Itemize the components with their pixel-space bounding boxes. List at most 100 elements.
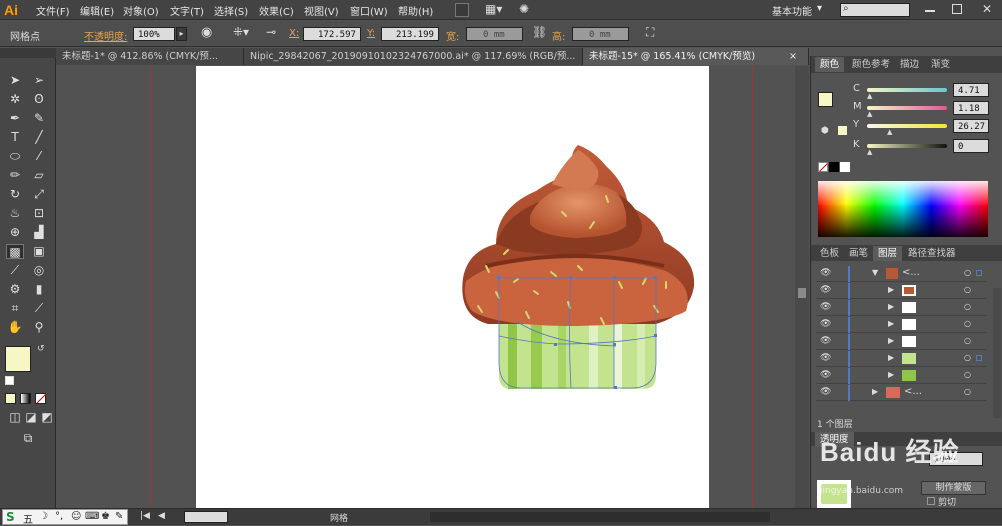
menu-edit[interactable]: 编辑(E): [80, 3, 114, 18]
clip-checkbox[interactable]: [927, 497, 935, 505]
target-icon[interactable]: ○: [964, 387, 971, 396]
y-label[interactable]: Y:: [367, 28, 375, 39]
layer-row-bottom[interactable]: 👁 ▶ <... ○: [816, 385, 986, 401]
default-colors-icon[interactable]: [5, 376, 14, 385]
link-icon[interactable]: ⛓: [532, 25, 547, 39]
out-of-gamut-icon[interactable]: ⬢: [821, 126, 829, 136]
tab-layers[interactable]: 图层: [873, 246, 903, 261]
zoom-tool-icon[interactable]: ⚲: [30, 320, 48, 335]
eye-icon[interactable]: 👁: [820, 285, 831, 295]
layer-row[interactable]: 👁 ▶ ○: [816, 317, 986, 333]
menu-file[interactable]: 文件(F): [36, 3, 70, 18]
channel-m-slider[interactable]: [867, 106, 947, 110]
menu-window[interactable]: 窗口(W): [350, 3, 388, 18]
menu-object[interactable]: 对象(O): [123, 3, 159, 18]
screen-mode-icon[interactable]: ⧉: [16, 431, 40, 446]
channel-m-thumb-icon[interactable]: ▲: [867, 110, 872, 118]
channel-k-thumb-icon[interactable]: ▲: [867, 148, 872, 156]
chevron-right-icon[interactable]: ▶: [888, 319, 894, 328]
gradient-mode-icon[interactable]: [20, 393, 31, 404]
bridge-icon[interactable]: [455, 3, 469, 17]
target-icon[interactable]: ○: [964, 370, 971, 379]
eye-icon[interactable]: 👁: [820, 268, 831, 278]
tab-nipic[interactable]: Nipic_29842067_20190910102324767000.ai* …: [244, 48, 583, 65]
scale-tool-icon[interactable]: ⤢: [30, 187, 48, 202]
none-color-swatch[interactable]: [818, 162, 828, 172]
paintbrush-tool-icon[interactable]: ⁄: [30, 149, 48, 164]
horizontal-scrollbar[interactable]: [430, 512, 770, 522]
menu-type[interactable]: 文字(T): [170, 3, 204, 18]
color-spectrum[interactable]: [818, 181, 988, 237]
canvas-area[interactable]: [57, 66, 795, 508]
y-input[interactable]: 213.199: [381, 27, 439, 41]
align-anchor-icon[interactable]: ⊸: [266, 25, 276, 39]
skin-icon[interactable]: ♚: [101, 511, 110, 522]
shape-builder-tool-icon[interactable]: ⊕: [6, 225, 24, 240]
free-transform-tool-icon[interactable]: ⊡: [30, 206, 48, 221]
ime-mode[interactable]: 五: [23, 511, 33, 526]
eye-icon[interactable]: 👁: [820, 319, 831, 329]
pen-tool-icon[interactable]: ✒: [6, 111, 24, 126]
ime-toolbar[interactable]: S 五 ☽ °, ☺ ⌨ ♚ ✎: [2, 509, 128, 526]
panel-fill-swatch[interactable]: [818, 92, 833, 107]
height-input[interactable]: 0 mm: [572, 27, 629, 41]
channel-c-input[interactable]: 4.71: [953, 83, 989, 97]
gamut-swatch[interactable]: [838, 126, 847, 135]
selection-indicator[interactable]: [976, 355, 982, 361]
close-icon[interactable]: ✕: [982, 2, 992, 16]
eyedropper-tool-icon[interactable]: ⟋: [6, 263, 24, 278]
arrange-documents-icon[interactable]: ▦▾: [485, 2, 502, 16]
menu-effect[interactable]: 效果(C): [259, 3, 294, 18]
color-mode-icon[interactable]: [5, 393, 16, 404]
magic-wand-tool-icon[interactable]: ✲: [6, 92, 24, 107]
width-input[interactable]: 0 mm: [466, 27, 523, 41]
tab-color-guide[interactable]: 颜色参考: [847, 57, 895, 72]
transform-reference-icon[interactable]: ⁜▾: [233, 25, 249, 39]
ellipse-tool-icon[interactable]: ⬭: [6, 149, 24, 164]
direct-selection-tool-icon[interactable]: ➢: [30, 73, 48, 88]
line-tool-icon[interactable]: ╱: [30, 130, 48, 145]
lasso-tool-icon[interactable]: ʘ: [30, 92, 48, 107]
tab-gradient[interactable]: 渐变: [926, 57, 955, 72]
chevron-right-icon[interactable]: ▶: [888, 336, 894, 345]
cupcake-frosting[interactable]: [462, 145, 695, 326]
tab-pathfinder[interactable]: 路径查找器: [903, 246, 961, 261]
x-label[interactable]: X:: [289, 28, 299, 39]
target-icon[interactable]: ○: [964, 285, 971, 294]
layer-row[interactable]: 👁 ▶ ○: [816, 300, 986, 316]
wrench-icon[interactable]: ✎: [115, 511, 123, 522]
previous-artboard-icon[interactable]: ◀: [158, 511, 165, 521]
tab-untitled-1[interactable]: 未标题-1* @ 412.86% (CMYK/预...: [56, 48, 244, 65]
pencil-tool-icon[interactable]: ✏: [6, 168, 24, 183]
draw-inside-icon[interactable]: ◩: [38, 410, 56, 425]
eye-icon[interactable]: 👁: [820, 353, 831, 363]
tab-untitled-15[interactable]: 未标题-15* @ 165.41% (CMYK/预览) ×: [583, 48, 809, 65]
warp-tool-icon[interactable]: ♨: [6, 206, 24, 221]
eye-icon[interactable]: 👁: [820, 302, 831, 312]
target-icon[interactable]: ○: [964, 302, 971, 311]
opacity-input[interactable]: 100%: [133, 27, 175, 41]
cupcake-artwork[interactable]: [196, 66, 709, 508]
perspective-grid-tool-icon[interactable]: ▟: [30, 225, 48, 240]
target-icon[interactable]: ○: [964, 336, 971, 345]
recolor-icon[interactable]: ◉: [201, 25, 212, 40]
symbol-sprayer-tool-icon[interactable]: ⚙: [6, 282, 24, 297]
eye-icon[interactable]: 👁: [820, 336, 831, 346]
menu-help[interactable]: 帮助(H): [398, 3, 433, 18]
slice-tool-icon[interactable]: ⟋: [30, 301, 48, 316]
moon-icon[interactable]: ☽: [39, 511, 48, 522]
channel-c-slider[interactable]: [867, 88, 947, 92]
eye-icon[interactable]: 👁: [820, 387, 831, 397]
channel-y-input[interactable]: 26.27: [953, 119, 989, 133]
tab-brushes[interactable]: 画笔: [844, 246, 873, 261]
tab-stroke[interactable]: 描边: [895, 57, 924, 72]
vertical-scrollbar[interactable]: [795, 66, 809, 508]
chevron-right-icon[interactable]: ▶: [888, 285, 894, 294]
target-icon[interactable]: ○: [964, 319, 971, 328]
chevron-right-icon[interactable]: ▶: [888, 353, 894, 362]
opacity-label[interactable]: 不透明度:: [84, 28, 127, 43]
cupcake-wrapper[interactable]: [499, 316, 656, 389]
chevron-down-icon[interactable]: ▼: [872, 268, 878, 277]
hand-tool-icon[interactable]: ✋: [6, 320, 24, 335]
chevron-right-icon[interactable]: ▶: [888, 302, 894, 311]
